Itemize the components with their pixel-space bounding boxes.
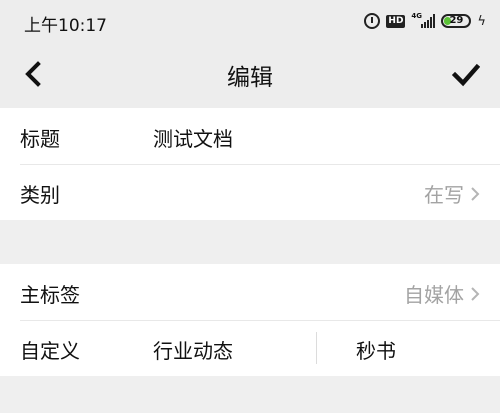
battery-level: 29 (449, 15, 464, 26)
category-value: 在写 (424, 183, 464, 207)
confirm-icon[interactable] (452, 62, 480, 88)
custom-tag-row: 自定义 行业动态 秒书 (0, 320, 500, 376)
custom-tag-label: 自定义 (20, 339, 80, 363)
status-icons: HD 4G 29 ϟ (364, 10, 486, 32)
basic-info-group: 标题 测试文档 类别 在写 (0, 108, 500, 220)
main-tag-value: 自媒体 (404, 283, 464, 307)
title-label: 标题 (20, 127, 60, 151)
category-row[interactable]: 类别 在写 (0, 164, 500, 220)
hd-icon: HD (386, 14, 406, 28)
status-time: 上午10:17 (24, 16, 107, 36)
tag-divider (316, 332, 317, 364)
signal-icon: 4G (411, 12, 436, 28)
title-value[interactable]: 测试文档 (153, 123, 233, 152)
status-bar: 上午10:17 HD 4G 29 ϟ (0, 0, 500, 42)
chevron-right-icon (471, 186, 480, 201)
battery-icon: 29 (441, 14, 472, 28)
network-type: 4G (411, 12, 423, 20)
tags-group: 主标签 自媒体 自定义 行业动态 秒书 (0, 264, 500, 376)
main-tag-label: 主标签 (20, 283, 80, 307)
custom-tag-1[interactable]: 行业动态 (153, 335, 233, 364)
category-selector[interactable]: 在写 (424, 179, 480, 208)
main-tag-selector[interactable]: 自媒体 (404, 279, 480, 308)
charging-icon: ϟ (477, 13, 486, 29)
category-label: 类别 (20, 183, 60, 207)
back-icon[interactable] (20, 60, 48, 88)
alarm-icon (364, 13, 381, 29)
nav-bar: 编辑 (0, 42, 500, 108)
custom-tag-2[interactable]: 秒书 (356, 335, 396, 364)
chevron-right-icon (471, 286, 480, 301)
page-title: 编辑 (227, 65, 273, 91)
title-row[interactable]: 标题 测试文档 (0, 108, 500, 164)
main-tag-row[interactable]: 主标签 自媒体 (0, 264, 500, 320)
